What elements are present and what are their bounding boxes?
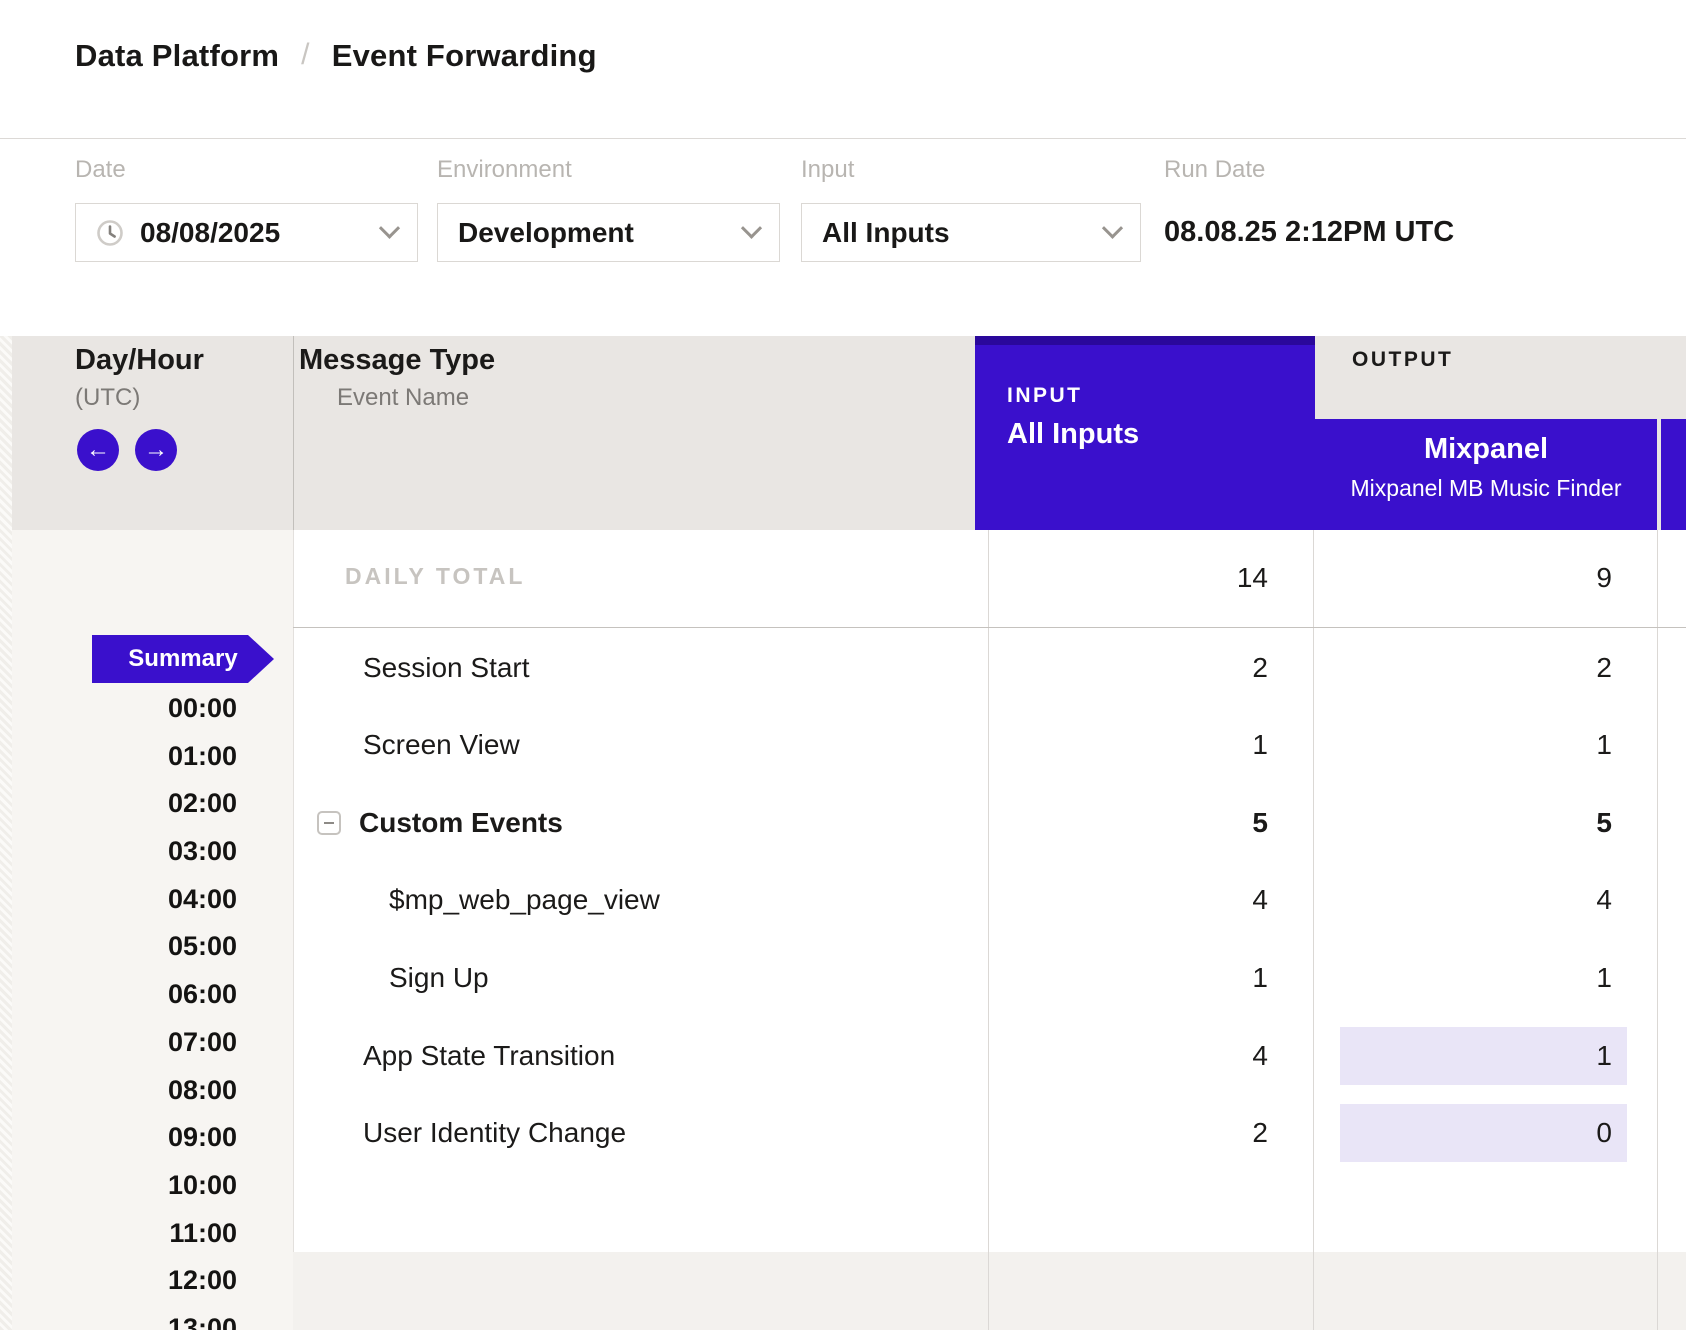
event-input-value: 2 (1008, 649, 1268, 687)
top-bar: Data Platform / Event Forwarding (0, 0, 1686, 139)
event-input-value: 4 (1008, 881, 1268, 919)
next-day-button[interactable]: → (135, 429, 177, 471)
event-output-value: 2 (1352, 649, 1612, 687)
hour-item[interactable]: 09:00 (0, 1120, 237, 1154)
arrow-right-icon: → (144, 438, 168, 462)
event-output-value: 1 (1352, 959, 1612, 997)
input-column-accent-strip (975, 336, 1315, 345)
event-input-value: 2 (1008, 1114, 1268, 1152)
date-filter-label: Date (75, 156, 126, 184)
hour-item[interactable]: 08:00 (0, 1073, 237, 1107)
page-title: Event Forwarding (332, 38, 597, 74)
breadcrumb: Data Platform / Event Forwarding (75, 38, 597, 74)
environment-filter-label: Environment (437, 156, 572, 184)
event-output-value: 1 (1352, 726, 1612, 764)
table-footer-area (293, 1252, 1686, 1330)
daily-total-output-value: 9 (1352, 559, 1612, 597)
environment-select[interactable]: Development (437, 203, 780, 262)
hour-item[interactable]: 01:00 (0, 739, 237, 773)
day-hour-subtitle: (UTC) (75, 384, 140, 412)
divider (1657, 1252, 1658, 1330)
divider (1313, 530, 1314, 1330)
hour-item[interactable]: 05:00 (0, 929, 237, 963)
chevron-down-icon (741, 218, 762, 239)
divider (293, 627, 1686, 628)
event-forwarding-page: Data Platform / Event Forwarding Date En… (0, 0, 1686, 1330)
event-input-value: 4 (1008, 1037, 1268, 1075)
event-output-value: 0 (1352, 1114, 1612, 1152)
divider (988, 530, 989, 1330)
divider (293, 530, 294, 1330)
divider (988, 1252, 989, 1330)
input-value: All Inputs (822, 217, 950, 249)
run-date-label: Run Date (1164, 156, 1265, 184)
prev-day-button[interactable]: ← (77, 429, 119, 471)
event-input-value: 1 (1008, 726, 1268, 764)
hour-item[interactable]: 06:00 (0, 977, 237, 1011)
date-select[interactable]: 08/08/2025 (75, 203, 418, 262)
environment-value: Development (458, 217, 634, 249)
summary-row-selector[interactable]: Summary (92, 635, 274, 683)
hour-item[interactable]: 04:00 (0, 882, 237, 916)
event-row-label: User Identity Change (363, 1114, 626, 1152)
breadcrumb-separator: / (301, 38, 310, 72)
hour-item[interactable]: 12:00 (0, 1263, 237, 1297)
chevron-down-icon (1102, 218, 1123, 239)
output-column-header[interactable]: Mixpanel Mixpanel MB Music Finder (1315, 419, 1657, 530)
day-hour-header: Day/Hour (75, 344, 204, 377)
arrow-left-icon: ← (86, 438, 110, 462)
input-select[interactable]: All Inputs (801, 203, 1141, 262)
event-row-label: Sign Up (389, 959, 489, 997)
event-row-label: $mp_web_page_view (389, 881, 660, 919)
event-input-value: 1 (1008, 959, 1268, 997)
hour-item[interactable]: 02:00 (0, 786, 237, 820)
next-output-column-partial (1661, 419, 1686, 530)
divider (1657, 530, 1658, 1330)
collapse-icon[interactable] (317, 811, 341, 835)
output-column-subtitle: Mixpanel MB Music Finder (1315, 475, 1657, 502)
daily-total-label: DAILY TOTAL (345, 563, 525, 590)
event-input-value: 5 (1008, 804, 1268, 842)
hour-item[interactable]: 03:00 (0, 834, 237, 868)
input-section-label: INPUT (1007, 384, 1083, 408)
event-output-value: 4 (1352, 881, 1612, 919)
breadcrumb-section[interactable]: Data Platform (75, 38, 279, 74)
divider (1313, 1252, 1314, 1330)
event-row-label: App State Transition (363, 1037, 615, 1075)
event-row-label: Screen View (363, 726, 520, 764)
event-group-label: Custom Events (359, 804, 563, 842)
message-type-header: Message Type (299, 344, 495, 377)
event-name-subtitle: Event Name (337, 384, 469, 412)
divider (293, 336, 294, 530)
daily-total-input-value: 14 (1008, 559, 1268, 597)
hour-item[interactable]: 11:00 (0, 1216, 237, 1250)
event-output-value: 1 (1352, 1037, 1612, 1075)
run-date-value: 08.08.25 2:12PM UTC (1164, 216, 1454, 249)
input-filter-label: Input (801, 156, 854, 184)
hour-item[interactable]: 00:00 (0, 691, 237, 725)
input-column-name: All Inputs (1007, 418, 1139, 451)
date-value: 08/08/2025 (140, 217, 280, 249)
event-row-label: Session Start (363, 649, 530, 687)
chevron-down-icon (379, 218, 400, 239)
output-column-name: Mixpanel (1315, 433, 1657, 466)
event-output-value: 5 (1352, 804, 1612, 842)
hour-item[interactable]: 10:00 (0, 1168, 237, 1202)
output-section-label: OUTPUT (1352, 348, 1453, 372)
hour-item[interactable]: 13:00 (0, 1311, 237, 1330)
hour-item[interactable]: 07:00 (0, 1025, 237, 1059)
clock-icon (96, 219, 124, 247)
